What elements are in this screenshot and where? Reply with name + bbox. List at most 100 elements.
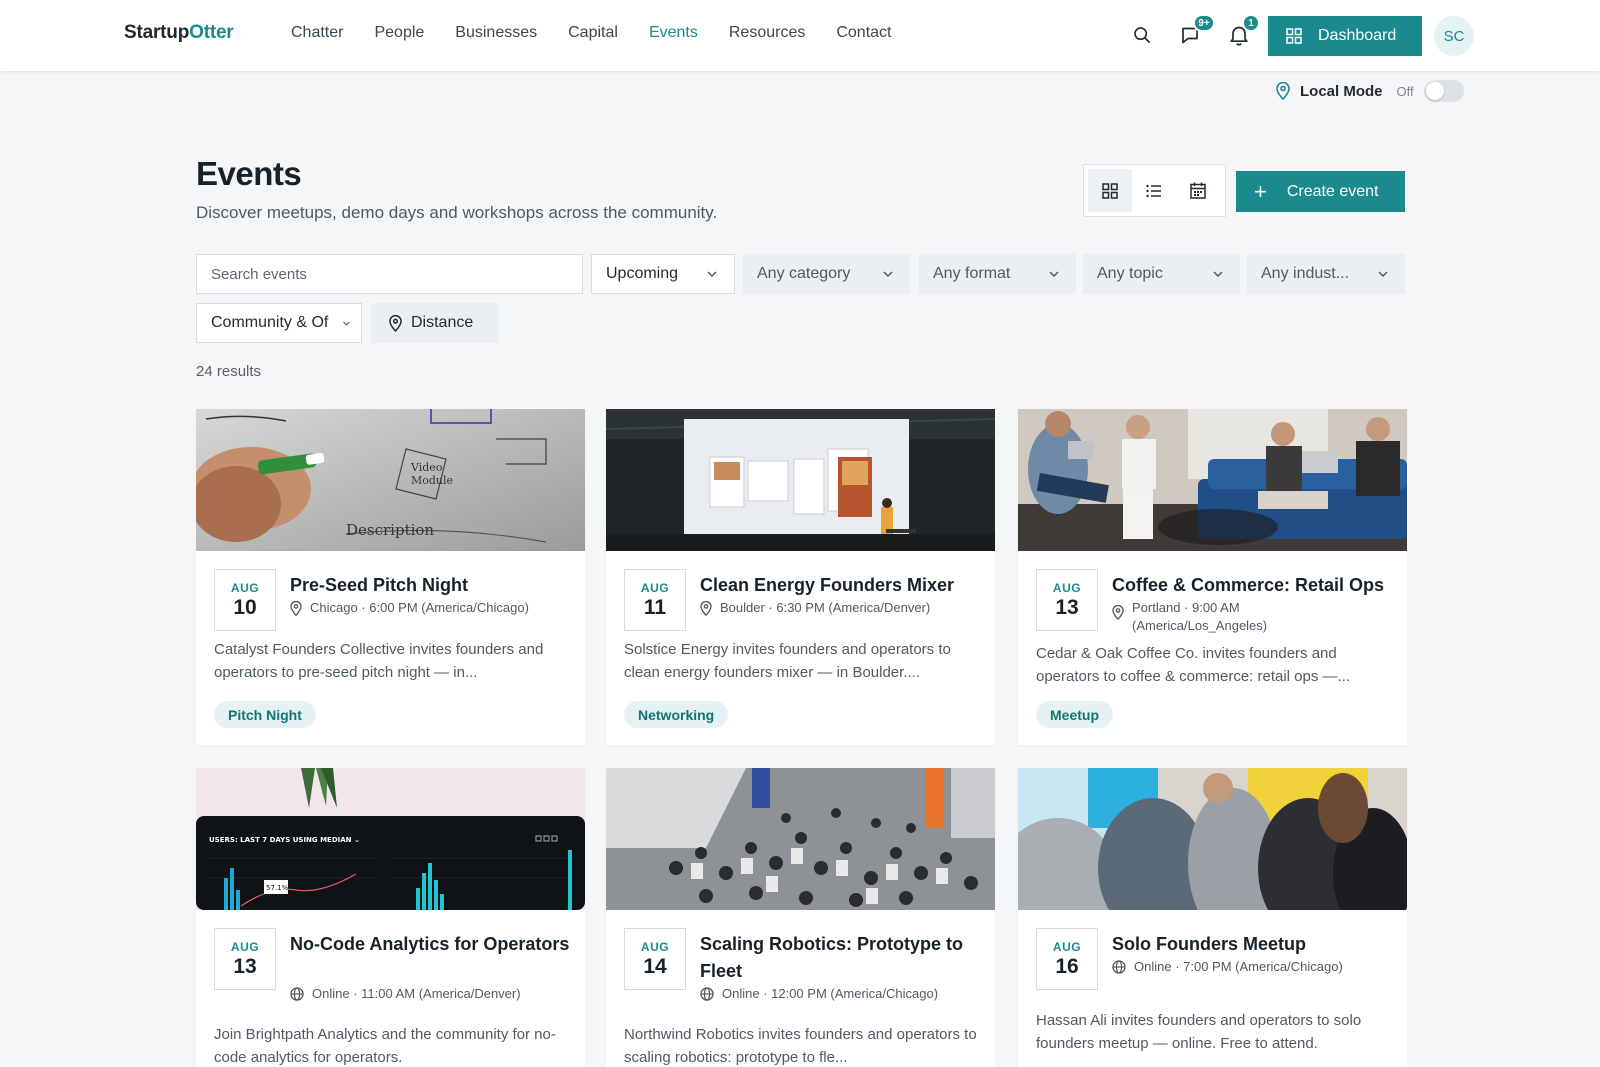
grid-icon (1102, 182, 1118, 199)
distance-filter-button[interactable]: Distance (371, 303, 499, 343)
nav-item-resources[interactable]: Resources (729, 24, 805, 42)
notifications-bell-icon[interactable]: 1 (1226, 14, 1260, 48)
chevron-down-icon (883, 271, 893, 278)
nav-item-capital[interactable]: Capital (568, 24, 618, 42)
startupotter-logo[interactable]: StartupOtter (124, 22, 234, 44)
chevron-down-icon (707, 271, 717, 278)
chevron-down-icon (343, 321, 350, 326)
svg-text:Module: Module (411, 474, 453, 487)
messages-count-badge: 9+ (1193, 14, 1215, 32)
event-meta: Online · 11:00 AM (America/Denver) (290, 985, 575, 1003)
user-avatar[interactable]: SC (1434, 16, 1474, 56)
nav-item-businesses[interactable]: Businesses (455, 24, 537, 42)
create-event-button[interactable]: + Create event (1236, 171, 1405, 212)
event-description: Catalyst Founders Collective invites fou… (214, 641, 544, 681)
industry-select[interactable]: Any indust... (1247, 254, 1405, 294)
page-title: Events (196, 155, 302, 192)
dashboard-grid-icon (1286, 28, 1302, 44)
chevron-down-icon (1213, 271, 1223, 278)
list-view-button[interactable] (1132, 169, 1176, 212)
event-description: Solstice Energy invites founders and ope… (624, 641, 951, 681)
event-date-badge: AUG 11 (624, 569, 686, 631)
event-date-badge: AUG 16 (1036, 928, 1098, 990)
category-select[interactable]: Any category (743, 254, 910, 294)
event-image-presentation (606, 409, 995, 551)
svg-text:USERS: LAST 7 DAYS USING MEDIA: USERS: LAST 7 DAYS USING MEDIAN ⌄ (209, 836, 360, 844)
community-scope-select[interactable]: Community & Of (196, 303, 362, 343)
map-pin-icon (1276, 82, 1290, 100)
map-pin-icon (1112, 605, 1124, 620)
chevron-down-icon (1049, 271, 1059, 278)
nav-item-people[interactable]: People (374, 24, 424, 42)
globe-icon (290, 987, 304, 1001)
event-description: Join Brightpath Analytics and the commun… (214, 1026, 556, 1066)
calendar-view-button[interactable] (1176, 169, 1220, 212)
calendar-icon (1190, 182, 1206, 199)
local-mode-control: Local Mode Off (1276, 80, 1464, 102)
event-date-badge: AUG 14 (624, 928, 686, 990)
globe-icon (700, 987, 714, 1001)
svg-text:Video: Video (410, 461, 443, 474)
event-card[interactable]: AUG 13 Coffee & Commerce: Retail Ops Por… (1018, 409, 1407, 745)
event-meta: Online · 12:00 PM (America/Chicago) (700, 985, 985, 1003)
grid-view-button[interactable] (1088, 169, 1132, 212)
event-date-badge: AUG 10 (214, 569, 276, 631)
search-events-input[interactable] (196, 254, 583, 294)
nav-item-contact[interactable]: Contact (836, 24, 891, 42)
event-title[interactable]: Coffee & Commerce: Retail Ops (1112, 572, 1392, 599)
event-card[interactable]: AUG 16 Solo Founders Meetup Online · 7:0… (1018, 768, 1407, 1067)
format-select[interactable]: Any format (919, 254, 1076, 294)
main-nav: Chatter People Businesses Capital Events… (291, 24, 922, 42)
search-icon[interactable] (1129, 22, 1155, 48)
event-description: Cedar & Oak Coffee Co. invites founders … (1036, 645, 1351, 685)
results-count: 24 results (196, 363, 262, 380)
dashboard-button[interactable]: Dashboard (1268, 16, 1422, 56)
event-tag[interactable]: Pitch Night (214, 701, 316, 728)
topic-select[interactable]: Any topic (1083, 254, 1240, 294)
plus-icon: + (1254, 178, 1267, 204)
event-card[interactable]: AUG 11 Clean Energy Founders Mixer Bould… (606, 409, 995, 745)
event-image-analytics-dashboard: USERS: LAST 7 DAYS USING MEDIAN ⌄ 57.1% (196, 768, 585, 910)
event-description: Hassan Ali invites founders and operator… (1036, 1012, 1362, 1052)
notifications-count-badge: 1 (1242, 14, 1260, 32)
event-image-founders-group (1018, 768, 1407, 910)
nav-item-events[interactable]: Events (649, 24, 698, 42)
event-card[interactable]: USERS: LAST 7 DAYS USING MEDIAN ⌄ 57.1% … (196, 768, 585, 1067)
event-card[interactable]: Video Module Description AUG 10 Pre-Seed… (196, 409, 585, 745)
event-date-badge: AUG 13 (214, 928, 276, 990)
event-card[interactable]: AUG 14 Scaling Robotics: Prototype to Fl… (606, 768, 995, 1067)
event-meta: Chicago · 6:00 PM (America/Chicago) (290, 599, 575, 617)
map-pin-icon (290, 601, 302, 616)
local-mode-label: Local Mode (1300, 82, 1383, 100)
event-meta: Online · 7:00 PM (America/Chicago) (1112, 958, 1397, 976)
event-image-whiteboard: Video Module Description (196, 409, 585, 551)
event-description: Northwind Robotics invites founders and … (624, 1026, 977, 1066)
event-meta: Portland · 9:00 AM (America/Los_Angeles) (1112, 599, 1397, 635)
event-tag[interactable]: Networking (624, 701, 729, 728)
toggle-knob (1425, 82, 1444, 100)
event-title[interactable]: Scaling Robotics: Prototype to Fleet (700, 931, 980, 985)
chevron-down-icon (1378, 271, 1388, 278)
event-title[interactable]: No-Code Analytics for Operators (290, 931, 570, 958)
map-pin-icon (389, 314, 402, 332)
local-mode-toggle[interactable] (1423, 80, 1464, 102)
nav-item-chatter[interactable]: Chatter (291, 24, 343, 42)
list-icon (1146, 184, 1161, 197)
event-meta: Boulder · 6:30 PM (America/Denver) (700, 599, 985, 617)
event-title[interactable]: Pre-Seed Pitch Night (290, 572, 570, 599)
svg-text:Description: Description (346, 521, 434, 539)
page-subtitle: Discover meetups, demo days and workshop… (196, 203, 718, 222)
event-tag[interactable]: Meetup (1036, 701, 1113, 728)
event-title[interactable]: Solo Founders Meetup (1112, 931, 1392, 958)
event-title[interactable]: Clean Energy Founders Mixer (700, 572, 980, 599)
event-image-crowd (606, 768, 995, 910)
local-mode-state: Off (1396, 83, 1414, 99)
map-pin-icon (700, 601, 712, 616)
when-select[interactable]: Upcoming (591, 254, 735, 294)
event-image-team-meeting (1018, 409, 1407, 551)
messages-icon[interactable]: 9+ (1177, 14, 1215, 48)
top-navigation-bar: StartupOtter Chatter People Businesses C… (0, 0, 1600, 71)
view-mode-toggle (1083, 164, 1226, 217)
event-date-badge: AUG 13 (1036, 569, 1098, 631)
globe-icon (1112, 960, 1126, 974)
